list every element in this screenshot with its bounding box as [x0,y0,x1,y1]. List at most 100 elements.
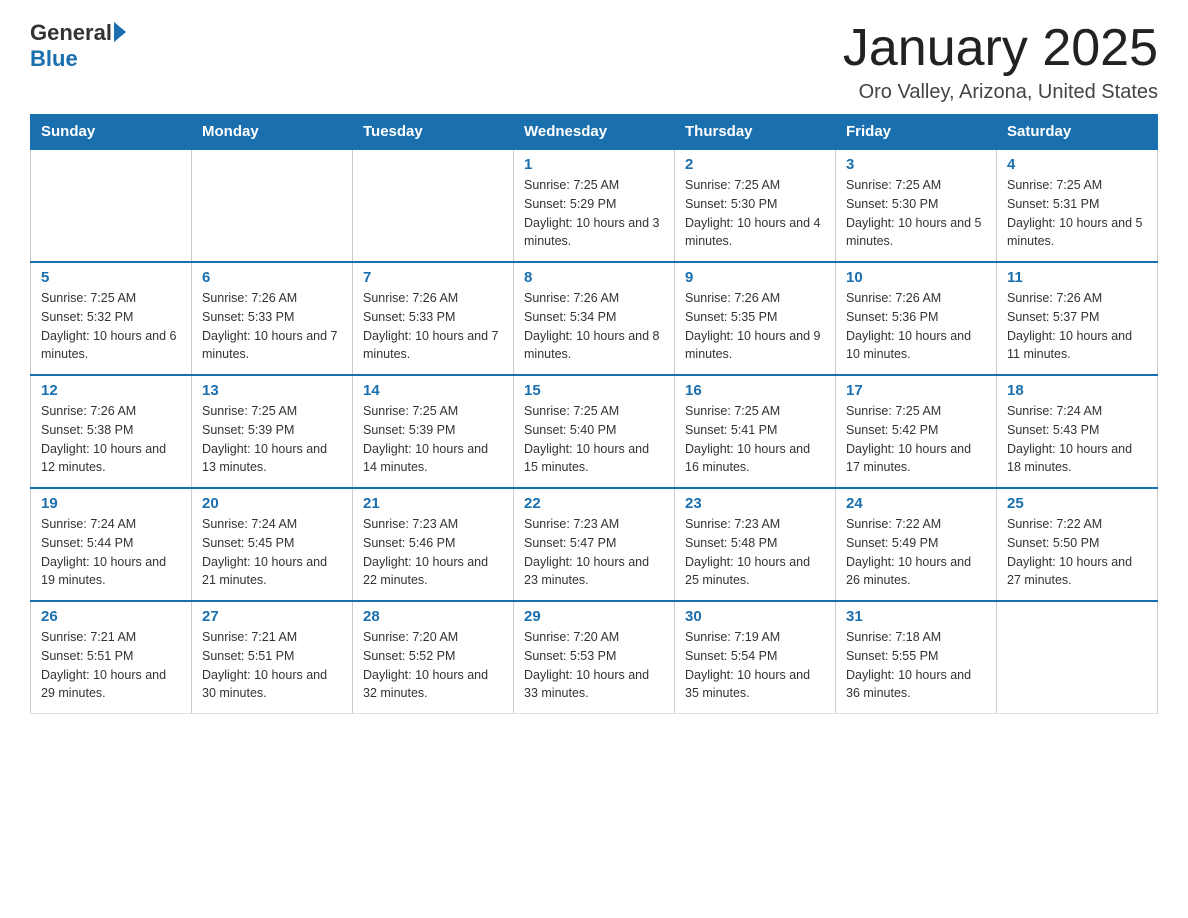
day-info: Sunrise: 7:18 AMSunset: 5:55 PMDaylight:… [846,628,986,703]
calendar-cell: 5Sunrise: 7:25 AMSunset: 5:32 PMDaylight… [31,262,192,375]
day-number: 16 [685,382,825,399]
calendar-table: SundayMondayTuesdayWednesdayThursdayFrid… [30,114,1158,714]
calendar-cell [997,601,1158,714]
logo-general: General [30,20,112,46]
day-number: 20 [202,495,342,512]
calendar-cell: 17Sunrise: 7:25 AMSunset: 5:42 PMDayligh… [836,375,997,488]
week-row-1: 1 Sunrise: 7:25 AMSunset: 5:29 PMDaylight… [31,149,1158,262]
calendar-cell: 24 Sunrise: 7:22 AMSunset: 5:49 PMDayligh… [836,488,997,601]
day-info: Sunrise: 7:23 AMSunset: 5:46 PMDaylight:… [363,515,503,590]
calendar-cell: 28 Sunrise: 7:20 AMSunset: 5:52 PMDayligh… [353,601,514,714]
day-info: Sunrise: 7:21 AMSunset: 5:51 PMDaylight:… [202,628,342,703]
day-number: 13 [202,382,342,399]
day-info: Sunrise: 7:25 AMSunset: 5:39 PMDaylight:… [202,402,342,477]
day-info: Sunrise: 7:26 AMSunset: 5:34 PMDaylight:… [524,289,664,364]
day-number: 9 [685,269,825,286]
day-info: Sunrise: 7:26 AMSunset: 5:38 PMDaylight:… [41,402,181,477]
day-info: Sunrise: 7:24 AMSunset: 5:44 PMDaylight:… [41,515,181,590]
day-number: 31 [846,608,986,625]
calendar-cell: 7 Sunrise: 7:26 AMSunset: 5:33 PMDaylight… [353,262,514,375]
calendar-cell: 27 Sunrise: 7:21 AMSunset: 5:51 PMDayligh… [192,601,353,714]
day-number: 17 [846,382,986,399]
calendar-cell: 30Sunrise: 7:19 AMSunset: 5:54 PMDayligh… [675,601,836,714]
calendar-cell: 8 Sunrise: 7:26 AMSunset: 5:34 PMDaylight… [514,262,675,375]
day-number: 7 [363,269,503,286]
day-info: Sunrise: 7:25 AMSunset: 5:41 PMDaylight:… [685,402,825,477]
day-info: Sunrise: 7:20 AMSunset: 5:53 PMDaylight:… [524,628,664,703]
calendar-header: SundayMondayTuesdayWednesdayThursdayFrid… [31,115,1158,150]
day-number: 8 [524,269,664,286]
day-number: 24 [846,495,986,512]
day-number: 22 [524,495,664,512]
day-info: Sunrise: 7:25 AMSunset: 5:29 PMDaylight:… [524,176,664,251]
day-number: 10 [846,269,986,286]
title-block: January 2025 Oro Valley, Arizona, United… [843,20,1158,104]
calendar-subtitle: Oro Valley, Arizona, United States [843,81,1158,104]
header-cell-saturday: Saturday [997,115,1158,150]
day-info: Sunrise: 7:25 AMSunset: 5:40 PMDaylight:… [524,402,664,477]
day-number: 15 [524,382,664,399]
day-number: 23 [685,495,825,512]
day-info: Sunrise: 7:22 AMSunset: 5:49 PMDaylight:… [846,515,986,590]
header-cell-tuesday: Tuesday [353,115,514,150]
day-number: 12 [41,382,181,399]
calendar-cell: 21 Sunrise: 7:23 AMSunset: 5:46 PMDayligh… [353,488,514,601]
calendar-cell: 10 Sunrise: 7:26 AMSunset: 5:36 PMDayligh… [836,262,997,375]
header-cell-sunday: Sunday [31,115,192,150]
day-number: 3 [846,156,986,173]
week-row-3: 12 Sunrise: 7:26 AMSunset: 5:38 PMDayligh… [31,375,1158,488]
week-row-2: 5Sunrise: 7:25 AMSunset: 5:32 PMDaylight… [31,262,1158,375]
day-info: Sunrise: 7:24 AMSunset: 5:43 PMDaylight:… [1007,402,1147,477]
calendar-cell: 4Sunrise: 7:25 AMSunset: 5:31 PMDaylight… [997,149,1158,262]
header-cell-friday: Friday [836,115,997,150]
calendar-cell: 26 Sunrise: 7:21 AMSunset: 5:51 PMDayligh… [31,601,192,714]
calendar-cell: 20 Sunrise: 7:24 AMSunset: 5:45 PMDayligh… [192,488,353,601]
day-number: 18 [1007,382,1147,399]
day-info: Sunrise: 7:25 AMSunset: 5:31 PMDaylight:… [1007,176,1147,251]
day-info: Sunrise: 7:26 AMSunset: 5:37 PMDaylight:… [1007,289,1147,364]
day-number: 29 [524,608,664,625]
calendar-cell [31,149,192,262]
calendar-cell [353,149,514,262]
logo-arrow-icon [114,22,126,42]
day-number: 28 [363,608,503,625]
day-info: Sunrise: 7:24 AMSunset: 5:45 PMDaylight:… [202,515,342,590]
calendar-body: 1 Sunrise: 7:25 AMSunset: 5:29 PMDaylight… [31,149,1158,714]
day-info: Sunrise: 7:26 AMSunset: 5:35 PMDaylight:… [685,289,825,364]
calendar-cell: 19 Sunrise: 7:24 AMSunset: 5:44 PMDayligh… [31,488,192,601]
day-info: Sunrise: 7:25 AMSunset: 5:30 PMDaylight:… [685,176,825,251]
calendar-cell: 22 Sunrise: 7:23 AMSunset: 5:47 PMDayligh… [514,488,675,601]
day-number: 1 [524,156,664,173]
day-number: 25 [1007,495,1147,512]
calendar-cell: 14 Sunrise: 7:25 AMSunset: 5:39 PMDayligh… [353,375,514,488]
day-info: Sunrise: 7:26 AMSunset: 5:33 PMDaylight:… [202,289,342,364]
calendar-cell: 15 Sunrise: 7:25 AMSunset: 5:40 PMDayligh… [514,375,675,488]
day-number: 2 [685,156,825,173]
day-info: Sunrise: 7:20 AMSunset: 5:52 PMDaylight:… [363,628,503,703]
day-info: Sunrise: 7:23 AMSunset: 5:47 PMDaylight:… [524,515,664,590]
day-info: Sunrise: 7:26 AMSunset: 5:33 PMDaylight:… [363,289,503,364]
header-row: SundayMondayTuesdayWednesdayThursdayFrid… [31,115,1158,150]
calendar-cell: 16 Sunrise: 7:25 AMSunset: 5:41 PMDayligh… [675,375,836,488]
day-info: Sunrise: 7:19 AMSunset: 5:54 PMDaylight:… [685,628,825,703]
day-number: 14 [363,382,503,399]
calendar-cell: 9 Sunrise: 7:26 AMSunset: 5:35 PMDaylight… [675,262,836,375]
calendar-title: January 2025 [843,20,1158,77]
calendar-cell: 12 Sunrise: 7:26 AMSunset: 5:38 PMDayligh… [31,375,192,488]
day-info: Sunrise: 7:26 AMSunset: 5:36 PMDaylight:… [846,289,986,364]
calendar-cell [192,149,353,262]
page-header: General Blue January 2025 Oro Valley, Ar… [30,20,1158,104]
day-info: Sunrise: 7:25 AMSunset: 5:39 PMDaylight:… [363,402,503,477]
header-cell-monday: Monday [192,115,353,150]
day-info: Sunrise: 7:25 AMSunset: 5:32 PMDaylight:… [41,289,181,364]
day-number: 26 [41,608,181,625]
calendar-cell: 13 Sunrise: 7:25 AMSunset: 5:39 PMDayligh… [192,375,353,488]
calendar-cell: 6 Sunrise: 7:26 AMSunset: 5:33 PMDaylight… [192,262,353,375]
day-info: Sunrise: 7:21 AMSunset: 5:51 PMDaylight:… [41,628,181,703]
day-number: 27 [202,608,342,625]
day-number: 21 [363,495,503,512]
calendar-cell: 11Sunrise: 7:26 AMSunset: 5:37 PMDayligh… [997,262,1158,375]
day-number: 19 [41,495,181,512]
day-number: 6 [202,269,342,286]
week-row-4: 19 Sunrise: 7:24 AMSunset: 5:44 PMDayligh… [31,488,1158,601]
